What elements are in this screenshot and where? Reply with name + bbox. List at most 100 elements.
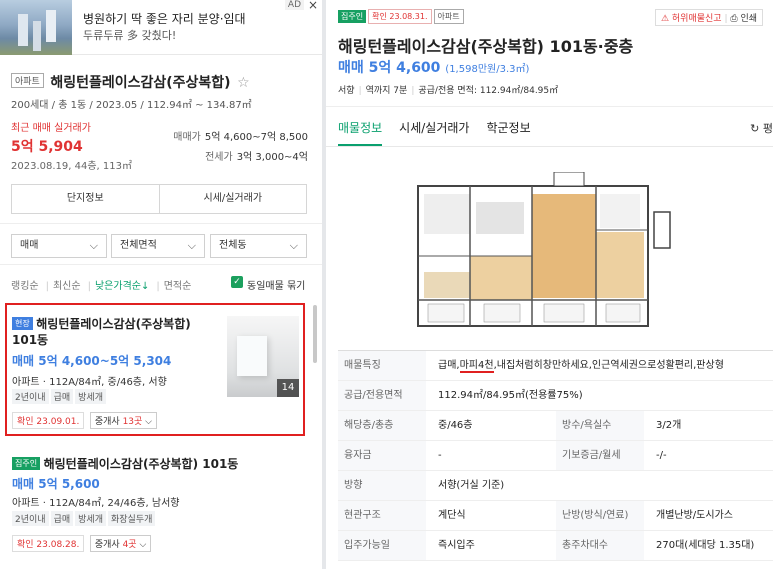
row-value: 112.94㎡/84.95㎡(전용률75%) xyxy=(438,390,583,401)
print-icon: ⎙ xyxy=(730,14,738,24)
group-same-checkbox[interactable]: ✓ xyxy=(231,276,243,288)
sort-ranking[interactable]: 랭킹순 xyxy=(11,281,39,292)
divider xyxy=(326,146,773,147)
feature-text: ,내집처럼히창만하세요,인근역세권으로성활편리,판상형 xyxy=(493,360,724,371)
chevron-down-icon: ⌵ xyxy=(136,540,147,550)
row-key: 매물특징 xyxy=(338,351,426,380)
agent-label: 중개사 xyxy=(94,540,123,550)
table-row: 공급/전용면적 112.94㎡/84.95㎡(전용률75%) xyxy=(338,381,773,411)
row-key: 공급/전용면적 xyxy=(338,381,426,410)
detail-direction: 서향 xyxy=(338,86,355,96)
report-icon: ⚠ xyxy=(660,14,670,24)
feature-text: 급매, xyxy=(438,360,460,371)
chip: 화장실두개 xyxy=(107,511,156,526)
jeonse-price-range: 전세가 3억 3,000~4억 xyxy=(205,148,308,163)
tab-school[interactable]: 학군정보 xyxy=(486,119,530,144)
listing-footer: 확인 23.08.28. 중개사 4곳 ⌵ xyxy=(12,535,152,552)
detail-panel: 집주인 확인 23.08.31. 아파트 ⚠ 허위매물신고 | ⎙ 인쇄 해링턴플레… xyxy=(326,0,773,569)
row-value: 서향(거실 기준) xyxy=(438,480,505,491)
row-value: 270대(세대당 1.35대) xyxy=(656,540,755,551)
listing-card[interactable]: 집주인 해링턴플레이스감삼(주상복합) 101동 매매 5억 5,600 아파트… xyxy=(5,449,305,569)
trade-type-dropdown[interactable]: 매매 ⌵ xyxy=(11,234,107,258)
row-key: 난방(방식/연료) xyxy=(556,501,644,530)
listing-chips: 2년이내 급매 방세개 xyxy=(12,389,108,404)
row-key: 기보증금/월세 xyxy=(556,441,644,470)
tab-listing-info[interactable]: 매물정보 xyxy=(338,119,383,146)
group-same-label[interactable]: 동일매물 묶기 xyxy=(247,277,305,292)
tab-complex-info[interactable]: 단지정보 xyxy=(12,185,160,213)
detail-price: 매매 5억 4,600 xyxy=(338,60,441,76)
filter-bar: 매매 ⌵ 전체면적 ⌵ 전체동 ⌵ xyxy=(0,223,322,265)
unit-toggle-button[interactable]: ↻ 평 xyxy=(750,120,773,136)
listing-spec: 아파트 · 112A/84㎡, 24/46층, 남서향 xyxy=(12,498,180,509)
chip: 방세개 xyxy=(75,511,106,526)
confirm-tag: 확인 23.08.31. xyxy=(368,9,432,24)
agent-count-button[interactable]: 중개사 13곳 ⌵ xyxy=(89,412,157,429)
listing-title-wrap: 집주인 해링턴플레이스감삼(주상복합) 101동 xyxy=(12,456,302,472)
complex-tabs: 단지정보 시세/실거래가 xyxy=(11,184,307,214)
listing-tag: 현장 xyxy=(12,317,33,330)
sort-area[interactable]: 면적순 xyxy=(164,281,192,292)
row-value: 즉시입주 xyxy=(438,540,475,551)
report-button[interactable]: 허위매물신고 xyxy=(672,14,722,24)
owner-tag: 집주인 xyxy=(338,10,367,23)
chip: 급매 xyxy=(50,389,74,404)
detail-tags: 집주인 확인 23.08.31. 아파트 xyxy=(338,9,466,24)
row-value: - xyxy=(438,450,442,461)
ad-title: 병원하기 딱 좋은 자리 분양·임대 xyxy=(83,12,246,26)
tab-price[interactable]: 시세/실거래가 xyxy=(399,119,469,144)
listing-chips: 2년이내 급매 방세개 화장실두개 xyxy=(12,511,157,526)
row-value: 개별난방/도시가스 xyxy=(656,510,733,521)
recent-price: 5억 5,904 xyxy=(11,139,83,155)
ad-banner[interactable]: 병원하기 딱 좋은 자리 분양·임대 두류두류 多 갖췄다! AD × xyxy=(0,0,322,55)
chevron-down-icon: ⌵ xyxy=(142,417,152,427)
print-button[interactable]: 인쇄 xyxy=(740,14,757,24)
detail-actions: ⚠ 허위매물신고 | ⎙ 인쇄 xyxy=(654,9,763,26)
row-value: -/- xyxy=(656,450,667,461)
complex-type-tag: 아파트 xyxy=(11,73,44,88)
chevron-down-icon: ⌵ xyxy=(89,239,98,252)
table-row: 현관구조 계단식 난방(방식/연료) 개별난방/도시가스 xyxy=(338,501,773,531)
area-dropdown[interactable]: 전체면적 ⌵ xyxy=(111,234,205,258)
row-key: 방향 xyxy=(338,471,426,500)
complex-name[interactable]: 해링턴플레이스감삼(주상복합) xyxy=(50,75,230,91)
scrollbar[interactable] xyxy=(313,305,317,363)
listing-footer: 확인 23.09.01. 중개사 13곳 ⌵ xyxy=(12,412,157,429)
star-icon[interactable]: ☆ xyxy=(237,75,250,91)
ad-badge: AD xyxy=(284,0,304,10)
sale-label: 매매가 xyxy=(173,132,201,143)
tab-price-history[interactable]: 시세/실거래가 xyxy=(160,185,307,213)
listing-card[interactable]: 현장 해링턴플레이스감삼(주상복합) 101동 매매 5억 4,600~5억 5… xyxy=(5,303,305,436)
jeonse-range: 3억 3,000~4억 xyxy=(236,152,308,163)
sort-latest[interactable]: 최신순 xyxy=(53,281,81,292)
close-icon[interactable]: × xyxy=(308,0,318,12)
row-value: 3/2개 xyxy=(656,420,682,431)
recent-price-date: 2023.08.19, 44층, 113㎡ xyxy=(11,161,132,172)
detail-table: 매물특징 급매,마피4천,내집처럼히창만하세요,인근역세권으로성활편리,판상형 … xyxy=(338,350,773,561)
agent-count-button[interactable]: 중개사 4곳 ⌵ xyxy=(89,535,152,552)
chevron-down-icon: ⌵ xyxy=(187,239,196,252)
row-value: 급매,마피4천,내집처럼히창만하세요,인근역세권으로성활편리,판상형 xyxy=(438,351,724,380)
table-row: 방향 서향(거실 기준) xyxy=(338,471,773,501)
dong-dropdown[interactable]: 전체동 ⌵ xyxy=(210,234,307,258)
feature-highlight: 마피4천 xyxy=(459,360,494,373)
chevron-down-icon: ⌵ xyxy=(289,239,298,252)
row-key: 총주차대수 xyxy=(556,531,644,560)
dong-value: 전체동 xyxy=(219,240,247,251)
recent-price-label: 최근 매매 실거래가 xyxy=(11,123,91,134)
sale-range: 5억 4,600~7억 8,500 xyxy=(204,132,308,143)
row-key: 현관구조 xyxy=(338,501,426,530)
complex-info: 200세대 / 총 1동 / 2023.05 / 112.94㎡ ~ 134.8… xyxy=(11,100,252,111)
listing-price: 매매 5억 4,600~5억 5,304 xyxy=(12,354,172,368)
listing-photo[interactable]: 14 xyxy=(227,316,299,397)
row-key: 해당층/총층 xyxy=(338,411,426,440)
floor-plan-image[interactable] xyxy=(414,172,674,332)
table-row: 입주가능일 즉시입주 총주차대수 270대(세대당 1.35대) xyxy=(338,531,773,561)
ad-image xyxy=(0,0,72,55)
row-key: 방수/욕실수 xyxy=(556,411,644,440)
ad-subtitle: 두류두류 多 갖췄다! xyxy=(83,29,177,42)
sort-lowprice[interactable]: 낮은가격순↓ xyxy=(95,281,149,292)
table-row: 해당층/총층 중/46층 방수/욕실수 3/2개 xyxy=(338,411,773,441)
confirm-date: 확인 23.09.01. xyxy=(12,412,85,429)
confirm-date: 확인 23.08.28. xyxy=(12,535,85,552)
